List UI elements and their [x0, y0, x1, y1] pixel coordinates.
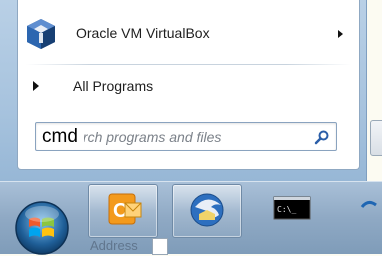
start-menu: Oracle VM VirtualBox All Programs cmd Se…: [0, 0, 367, 181]
search-input[interactable]: cmd Search programs and files: [35, 122, 337, 151]
virtualbox-icon: [27, 19, 55, 49]
partial-app-icon[interactable]: [356, 192, 382, 222]
thunderbird-icon: [190, 193, 224, 227]
outlook-icon: O: [108, 193, 142, 225]
taskbar-thunderbird-button[interactable]: [172, 184, 242, 238]
all-programs-label: All Programs: [73, 78, 154, 94]
all-programs-item[interactable]: All Programs: [18, 72, 359, 100]
taskbar-outlook-button[interactable]: O: [88, 184, 158, 238]
shutdown-button-edge[interactable]: [370, 120, 382, 156]
cmd-icon: C:\_: [273, 196, 311, 220]
program-list-panel: Oracle VM VirtualBox All Programs cmd Se…: [17, 0, 360, 170]
menu-item-virtualbox[interactable]: Oracle VM VirtualBox: [18, 14, 359, 54]
expand-arrow-icon: [33, 81, 39, 91]
menu-item-label: Oracle VM VirtualBox: [76, 25, 210, 41]
taskbar-cmd-button[interactable]: C:\_: [256, 184, 324, 236]
submenu-arrow-icon: [338, 30, 343, 38]
svg-text:C:\_: C:\_: [277, 205, 296, 214]
search-typed-text: cmd: [42, 126, 84, 148]
address-toolbar-label: Address: [90, 238, 138, 253]
address-icon[interactable]: [152, 238, 168, 255]
search-icon[interactable]: [314, 129, 330, 145]
search-placeholder: Search programs and files: [58, 129, 222, 145]
separator: [26, 64, 351, 65]
windows-orb-icon[interactable]: [14, 200, 70, 256]
